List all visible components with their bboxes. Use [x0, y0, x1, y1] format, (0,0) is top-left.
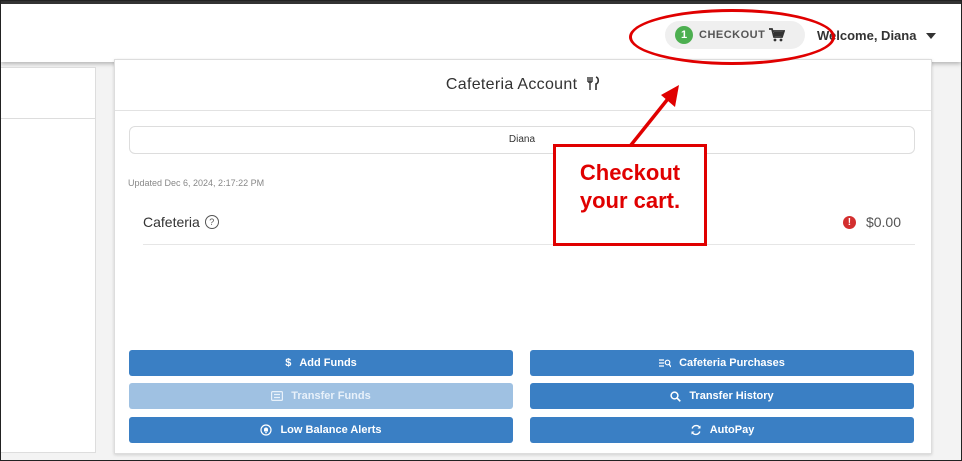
dollar-icon: $ [285, 357, 292, 369]
screenshot-frame: 1 CHECKOUT Welcome, Diana Cafeteria Acco… [0, 0, 962, 461]
caret-down-icon [926, 32, 937, 39]
search-icon [670, 390, 682, 402]
left-panel-divider [1, 118, 95, 119]
cafeteria-account-card: Cafeteria Account Diana Updated Dec 6, 2… [114, 59, 932, 454]
help-icon[interactable]: ? [204, 215, 219, 229]
account-name-text: Cafeteria [143, 214, 200, 230]
card-title: Cafeteria Account [115, 76, 931, 94]
cafeteria-purchases-button[interactable]: Cafeteria Purchases [530, 350, 914, 376]
refresh-icon [690, 424, 702, 436]
receipt-icon [659, 358, 672, 368]
cart-icon [769, 28, 786, 42]
transfer-icon [271, 391, 284, 401]
account-name: Cafeteria ? [143, 214, 219, 230]
fork-knife-icon [587, 76, 600, 90]
transfer-history-button[interactable]: Transfer History [530, 383, 914, 409]
bell-icon [260, 424, 273, 436]
student-selector[interactable]: Diana [129, 126, 915, 154]
annotation-callout: Checkout your cart. [553, 144, 707, 246]
left-panel [1, 67, 96, 453]
card-divider [115, 110, 931, 111]
callout-line-2: your cart. [579, 188, 681, 213]
updated-timestamp: Updated Dec 6, 2024, 2:17:22 PM [128, 178, 265, 188]
balance-value: $0.00 [865, 214, 901, 230]
user-menu[interactable]: Welcome, Diana [817, 28, 937, 43]
card-title-text: Cafeteria Account [445, 76, 578, 93]
alert-icon: ! [842, 215, 856, 229]
checkout-label: CHECKOUT [699, 29, 766, 41]
add-funds-button[interactable]: $ Add Funds [129, 350, 513, 376]
welcome-text: Welcome, Diana [817, 28, 917, 43]
low-balance-alerts-button[interactable]: Low Balance Alerts [129, 417, 513, 443]
cart-count-badge: 1 [675, 26, 693, 44]
autopay-button[interactable]: AutoPay [530, 417, 914, 443]
account-row: Cafeteria ? ! $0.00 [143, 204, 915, 245]
account-balance: ! $0.00 [842, 214, 901, 230]
top-bar: 1 CHECKOUT Welcome, Diana [1, 1, 961, 62]
callout-line-1: Checkout [579, 160, 681, 185]
checkout-button[interactable]: 1 CHECKOUT [665, 21, 805, 49]
transfer-funds-button[interactable]: Transfer Funds [129, 383, 513, 409]
